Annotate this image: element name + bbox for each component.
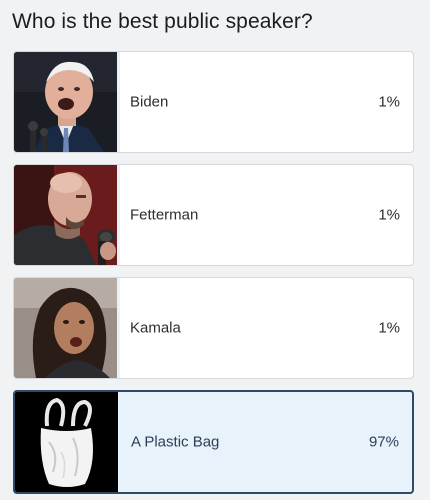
- poll-option-biden[interactable]: Biden 1%: [13, 51, 414, 153]
- poll-question: Who is the best public speaker?: [12, 10, 313, 33]
- kamala-photo: [14, 278, 117, 378]
- plastic-bag-photo: [15, 392, 118, 492]
- percent-fill: [117, 165, 120, 265]
- fetterman-photo: [14, 165, 117, 265]
- option-label: Biden: [130, 93, 169, 111]
- option-label: A Plastic Bag: [131, 433, 220, 451]
- option-percent: 1%: [378, 319, 400, 337]
- biden-photo: [14, 52, 117, 152]
- option-label: Fetterman: [130, 206, 199, 224]
- poll-option-fetterman[interactable]: Fetterman 1%: [13, 164, 414, 266]
- option-percent: 97%: [368, 433, 399, 451]
- percent-fill: [117, 278, 120, 378]
- option-percent: 1%: [378, 206, 400, 224]
- poll-option-kamala[interactable]: Kamala 1%: [13, 277, 414, 379]
- option-label: Kamala: [130, 319, 181, 337]
- poll: Who is the best public speaker? Biden 1%…: [0, 0, 430, 500]
- poll-option-plastic-bag[interactable]: A Plastic Bag 97%: [13, 390, 414, 494]
- option-percent: 1%: [378, 93, 400, 111]
- percent-fill: [117, 52, 120, 152]
